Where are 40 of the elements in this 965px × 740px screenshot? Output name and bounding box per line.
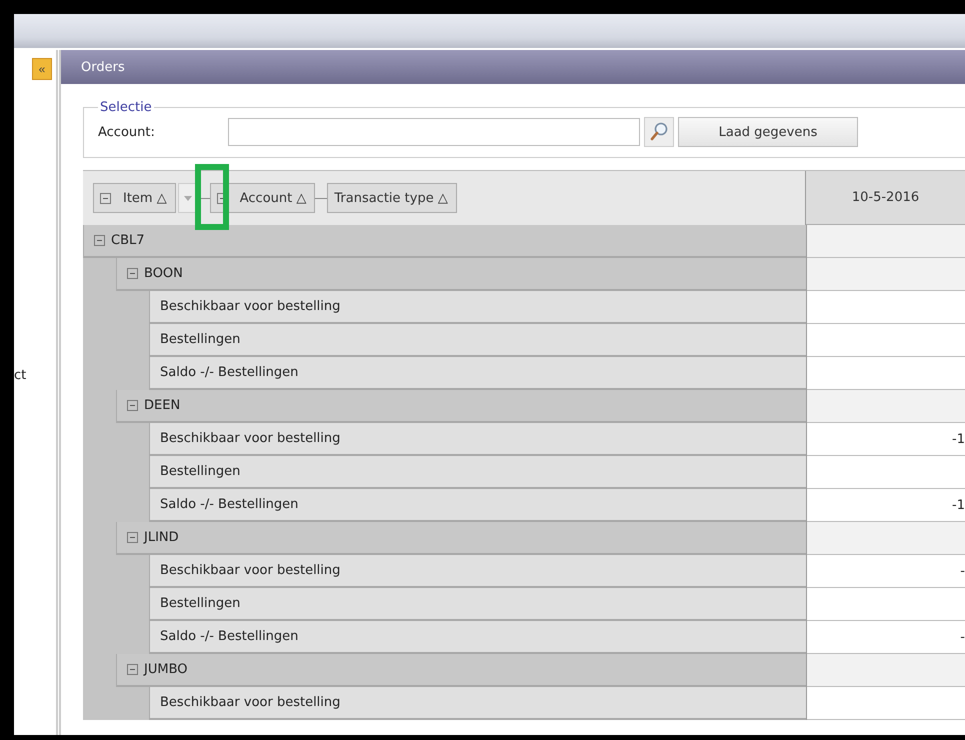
cell-value: - [960,630,965,644]
collapse-icon[interactable] [94,235,105,246]
row-label: Beschikbaar voor bestelling [160,563,340,578]
row-label: Bestellingen [160,596,240,611]
sidebar-item[interactable]: ct [14,368,26,383]
collapse-icon [100,192,111,204]
dropdown-button[interactable] [178,183,198,213]
row-label: Beschikbaar voor bestelling [160,299,340,314]
column-header: 10-5-2016 [806,171,965,225]
collapse-icon[interactable] [127,664,138,675]
cell-value: -1 [952,432,965,446]
search-icon [648,121,670,143]
load-button[interactable]: Laad gegevens [678,117,858,147]
row-label: Saldo -/- Bestellingen [160,365,298,380]
row-label: Bestellingen [160,464,240,479]
group-legend: Selectie [98,100,154,115]
collapse-icon[interactable] [127,532,138,543]
collapse-icon[interactable] [127,268,138,279]
collapse-button[interactable]: « [32,58,52,80]
collapse-icon[interactable] [127,400,138,411]
row-label: BOON [144,266,183,281]
cell-value: -1 [952,498,965,512]
account-label: Account: [98,124,156,140]
row-label: DEEN [144,398,180,413]
row-label: JLIND [144,530,179,545]
account-field[interactable] [228,118,640,146]
row-label: JUMBO [144,662,188,677]
search-button[interactable] [644,117,674,147]
row-label: Beschikbaar voor bestelling [160,431,340,446]
row-field-button[interactable]: Account △ [210,183,316,213]
row-label: Saldo -/- Bestellingen [160,497,298,512]
caret-icon [184,196,192,200]
panel-title: Orders [81,60,125,74]
row-field-button[interactable]: Transactie type △ [327,183,457,213]
row-field-button[interactable]: Item △ [93,183,176,213]
row-label: Bestellingen [160,332,240,347]
row-label: Beschikbaar voor bestelling [160,695,340,710]
row-label: CBL7 [111,233,145,248]
row-label: Saldo -/- Bestellingen [160,629,298,644]
cell-value: - [960,564,965,578]
